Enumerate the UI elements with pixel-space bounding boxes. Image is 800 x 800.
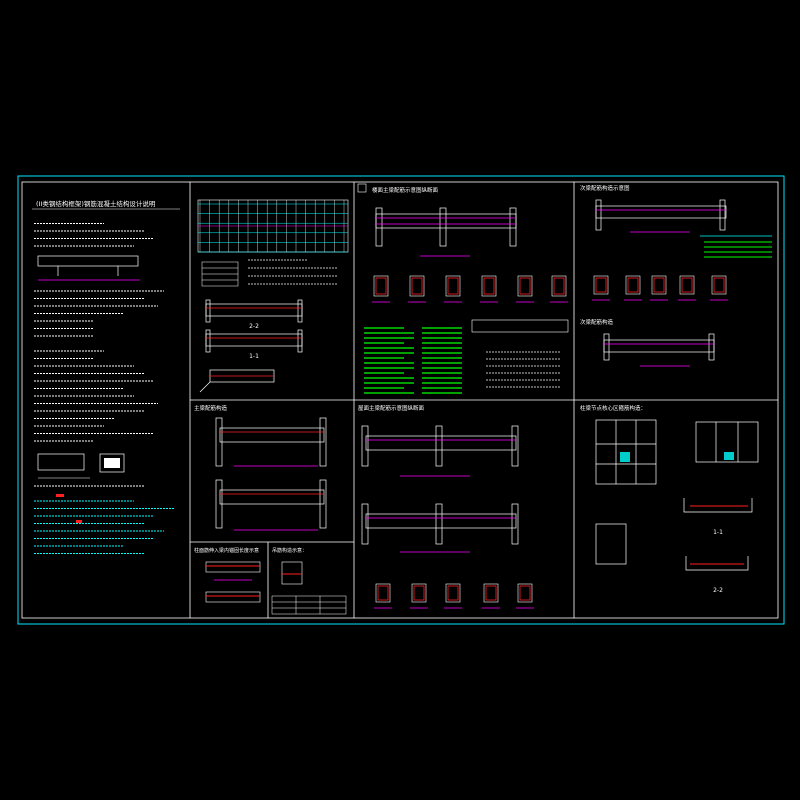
secondary-beam-section-title: 次梁配筋构造 xyxy=(580,318,614,326)
section-2-2-label: 2-2 xyxy=(249,323,259,330)
red-mark xyxy=(76,520,82,523)
section-2-2-bottom-label: 2-2 xyxy=(713,587,723,594)
beam-detail-top-title: 楼面主梁配筋示意图纵断面 xyxy=(372,186,439,194)
beam-mid-left-title: 主梁配筋构造 xyxy=(194,404,228,412)
section-1-1-top-label: 1-1 xyxy=(249,353,259,360)
section-1-1-label: 1-1 xyxy=(713,529,723,536)
bottom-left-b-title: 吊筋构造示意： xyxy=(272,547,307,554)
column-joint-title: 柱梁节点核心区箍筋构造： xyxy=(580,404,646,412)
drawing-canvas: (II类钢结构框架)钢筋混凝土结构设计说明 2-2 1-1 楼面主梁配筋示意图纵… xyxy=(0,0,800,800)
cad-drawing-sheet: (II类钢结构框架)钢筋混凝土结构设计说明 2-2 1-1 楼面主梁配筋示意图纵… xyxy=(0,0,800,800)
general-notes-title: (II类钢结构框架)钢筋混凝土结构设计说明 xyxy=(36,199,156,208)
bottom-left-a-title: 柱面筋伸入梁内锚固长度示意 xyxy=(194,547,259,554)
secondary-beam-top-title: 次梁配筋构造示意图 xyxy=(580,184,630,192)
beam-mid-center-title: 屋面主梁配筋示意图纵断面 xyxy=(358,404,425,412)
red-mark xyxy=(56,494,64,497)
